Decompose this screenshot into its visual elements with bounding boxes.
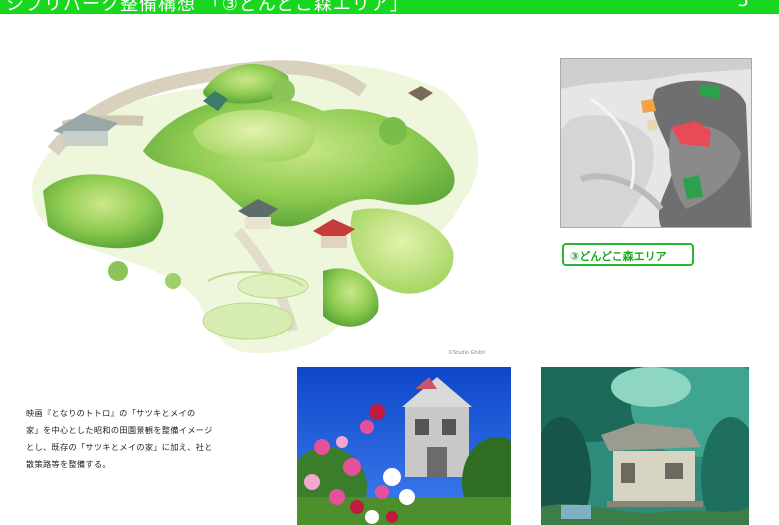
house-photo [297, 367, 511, 525]
description-line: とし、既存の「サツキとメイの家」に加え、社と [26, 442, 213, 452]
area-label-box: ③どんどこ森エリア [562, 243, 694, 266]
map-svg [561, 59, 751, 227]
illustration-svg [32, 60, 479, 354]
description-line: 散策路等を整備する。 [26, 459, 111, 469]
photo-svg [297, 367, 511, 525]
description-line: 家」を中心とした昭和の田園景観を整備イメージ [26, 425, 213, 435]
area-label: ③どんどこ森エリア [570, 250, 667, 263]
page-number: 5 [737, 0, 749, 11]
anime-scene-image [541, 367, 749, 525]
anime-svg [541, 367, 749, 525]
area-locator-map [560, 58, 752, 228]
description-line: 映画『となりのトトロ』の「サツキとメイの [26, 408, 196, 418]
park-illustration: ©Studio Ghibli [23, 31, 493, 359]
header-banner: シブリパーク整備構想 「③どんどこ森エリア」 5 [0, 0, 779, 14]
illustration-credit: ©Studio Ghibli [448, 350, 485, 356]
description-text: 映画『となりのトトロ』の「サツキとメイの 家」を中心とした昭和の田園景観を整備イ… [26, 405, 276, 473]
page-title: シブリパーク整備構想 「③どんどこ森エリア」 [6, 0, 409, 14]
